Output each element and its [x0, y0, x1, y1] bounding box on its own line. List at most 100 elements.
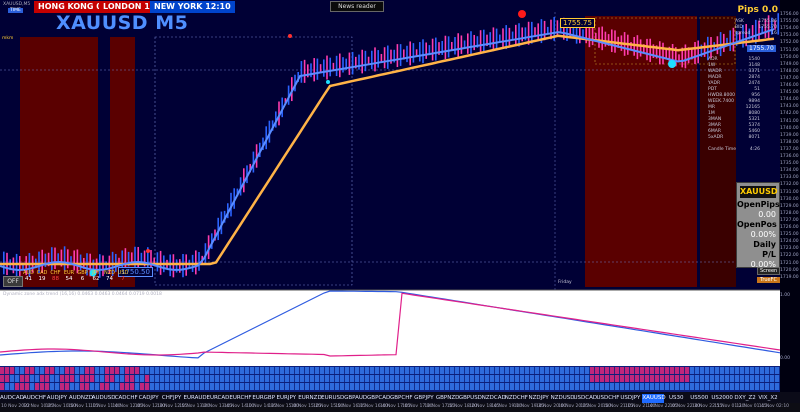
candle	[636, 35, 639, 60]
heat-cell	[750, 367, 755, 374]
price-tick-label: 1729.00	[780, 203, 799, 209]
heat-cell	[300, 383, 305, 390]
heat-cell	[645, 367, 650, 374]
symbol-button[interactable]: USDJPY	[619, 394, 641, 403]
news-reader-button[interactable]: News reader	[330, 1, 384, 12]
symbol-button[interactable]: CADJPY	[138, 394, 160, 403]
spread-value: 16	[771, 31, 777, 36]
candle	[399, 44, 402, 66]
candle	[467, 33, 469, 54]
heat-cell	[545, 375, 550, 382]
heat-cell	[455, 367, 460, 374]
session-zone	[20, 37, 98, 287]
candle	[313, 58, 315, 82]
heat-cell	[700, 383, 705, 390]
heat-cell	[400, 375, 405, 382]
currency-strength-item: JPY 62	[90, 270, 103, 282]
symbol-button[interactable]: EURCHF	[229, 394, 251, 403]
heat-cell	[660, 367, 665, 374]
daily-pl-label: Daily P/L	[753, 240, 776, 259]
candle	[777, 13, 779, 35]
heat-cell	[605, 367, 610, 374]
heat-cell	[15, 383, 20, 390]
off-button[interactable]: OFF	[3, 276, 23, 287]
heat-cell	[135, 383, 140, 390]
current-price-flag: 1755.70	[747, 45, 776, 52]
symbol-button[interactable]: NZDCAD	[482, 394, 506, 403]
heat-cell	[90, 383, 95, 390]
candle	[73, 250, 75, 271]
heat-cell	[190, 367, 195, 374]
heat-cell	[420, 375, 425, 382]
symbol-button[interactable]: EURNZD	[298, 394, 321, 403]
heat-cell	[365, 367, 370, 374]
heat-cell	[95, 367, 100, 374]
price-tick-label: 1754.00	[780, 26, 799, 32]
heat-cell	[760, 367, 765, 374]
symbol-button[interactable]: GBPUSD	[459, 394, 482, 403]
heat-cell	[685, 375, 690, 382]
spread-row: spread 16	[735, 31, 777, 37]
heat-cell	[215, 367, 220, 374]
symbol-button[interactable]: NZDUSD	[551, 394, 575, 403]
time-tag: TIME	[8, 8, 23, 13]
symbol-button[interactable]: CHFJPY	[161, 394, 183, 403]
open-pips-label: OpenPips	[737, 200, 780, 209]
heat-cell	[250, 375, 255, 382]
symbol-button[interactable]: VIX_X2	[757, 394, 779, 403]
heat-cell	[755, 367, 760, 374]
symbol-button[interactable]: US2000	[711, 394, 733, 403]
symbol-button[interactable]: GBPNZD	[436, 394, 459, 403]
symbol-button[interactable]: USDCHF	[596, 394, 619, 403]
heat-cell	[570, 383, 575, 390]
symbol-button[interactable]: US500	[688, 394, 710, 403]
symbol-button[interactable]: EURCAD	[206, 394, 229, 403]
symbol-button[interactable]: EURJPY	[275, 394, 297, 403]
symbol-button[interactable]: GBPCAD	[367, 394, 390, 403]
price-tick-label: 1743.00	[780, 104, 799, 110]
symbol-button[interactable]: AUDNZD	[69, 394, 93, 403]
indicator-scale-top: 1.00	[780, 293, 791, 298]
candle	[195, 250, 197, 275]
symbol-button[interactable]: XAUUSD	[642, 394, 666, 403]
truefc-button[interactable]: TrueFC	[757, 277, 780, 283]
screen-button[interactable]: Screen	[757, 267, 781, 275]
quote-info: ASK 1755.86 BID 1755.70 spread 16	[735, 19, 777, 37]
heat-cell	[405, 367, 410, 374]
symbol-button[interactable]: DXY_Z2	[734, 394, 756, 403]
symbol-button[interactable]: GBPCHF	[390, 394, 413, 403]
symbol-button[interactable]: EURGBP	[252, 394, 275, 403]
symbol-button[interactable]: EURAUD	[184, 394, 207, 403]
heat-cell	[715, 375, 720, 382]
symbol-button[interactable]: GBPAUD	[344, 394, 367, 403]
heat-cell	[85, 367, 90, 374]
symbol-button[interactable]: USDCAD	[574, 394, 598, 403]
heat-cell	[40, 367, 45, 374]
symbol-button[interactable]: NZDJPY	[528, 394, 550, 403]
symbol-button[interactable]: NZDCHF	[505, 394, 528, 403]
symbol-button[interactable]: AUDCAD	[0, 394, 24, 403]
heat-cell	[720, 367, 725, 374]
symbol-button[interactable]: EURUSD	[321, 394, 344, 403]
heat-cell	[530, 375, 535, 382]
heat-cell	[770, 375, 775, 382]
heat-cell	[370, 383, 375, 390]
heat-cell	[145, 375, 150, 382]
heat-cell	[135, 375, 140, 382]
heat-cell	[90, 375, 95, 382]
symbol-button[interactable]: US30	[665, 394, 687, 403]
symbol-button[interactable]: AUDUSD	[92, 394, 116, 403]
heat-cell	[550, 375, 555, 382]
symbol-button[interactable]: CADCHF	[115, 394, 138, 403]
symbol-button[interactable]: GBPJPY	[413, 394, 435, 403]
heat-cell	[460, 383, 465, 390]
symbol-button[interactable]: AUDJPY	[46, 394, 68, 403]
candle	[329, 57, 331, 77]
symbol-button[interactable]: AUDCHF	[23, 394, 46, 403]
heat-cell	[340, 375, 345, 382]
price-tick-label: 1749.00	[780, 61, 799, 67]
heat-cell	[750, 383, 755, 390]
trading-chart-canvas[interactable]	[0, 0, 800, 412]
heat-cell	[80, 367, 85, 374]
candle	[409, 41, 411, 66]
